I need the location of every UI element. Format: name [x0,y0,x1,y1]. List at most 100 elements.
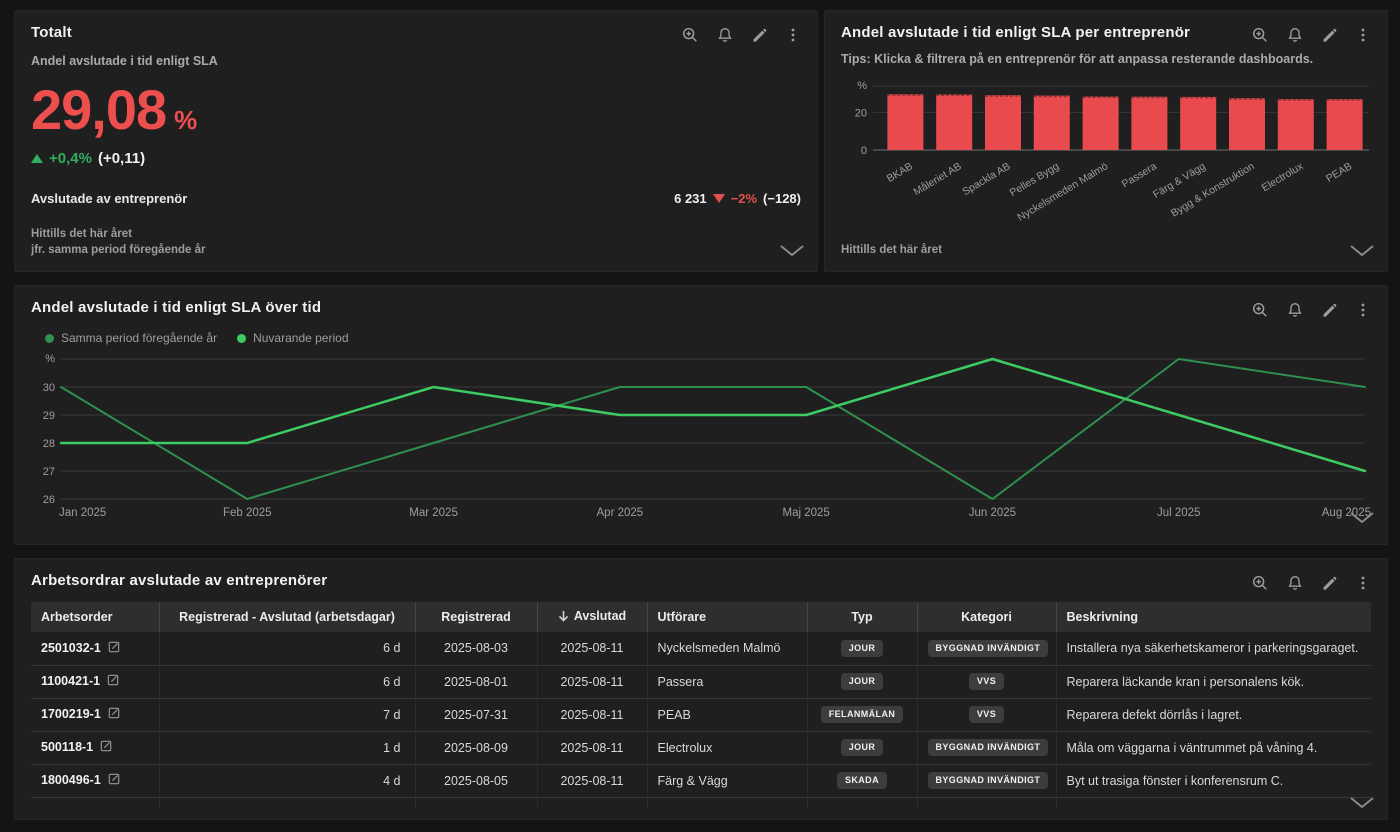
trend-down-icon [713,194,725,203]
panel-sla-over-tid: Andel avslutade i tid enligt SLA över ti… [14,285,1388,545]
workorder-link[interactable]: 500118-1 [41,740,93,754]
cell-arbetsdagar: 6 d [159,665,415,698]
kebab-menu-icon[interactable] [785,27,801,43]
bar-Passera[interactable] [1131,97,1167,150]
type-badge: JOUR [841,739,884,756]
y-axis-tick: 30 [43,382,55,394]
workorder-link[interactable]: 2501032-1 [41,641,101,655]
y-axis-unit-label: % [857,80,867,92]
y-axis-tick: 26 [43,494,55,506]
cell-beskrivning: Installera nya säkerhetskameror i parker… [1056,632,1371,665]
column-header-typ[interactable]: Typ [807,602,917,632]
kpi-row: 29,08 % [31,82,801,138]
kebab-menu-icon[interactable] [1355,302,1371,318]
footnote-line2: jfr. samma period föregående år [31,242,205,259]
alert-bell-icon[interactable] [1286,574,1304,592]
legend-label: Samma period föregående år [61,331,217,345]
cell-empty [31,797,159,809]
x-axis-month-label: Feb 2025 [223,507,272,519]
alert-bell-icon[interactable] [1286,26,1304,44]
open-workorder-icon[interactable] [108,774,120,788]
cell-typ: FELANMÄLAN [807,698,917,731]
column-header-registrerad[interactable]: Registrerad [415,602,537,632]
column-header-beskrivning[interactable]: Beskrivning [1056,602,1371,632]
secondary-metric-label: Avslutade av entreprenör [31,191,187,206]
cell-avslutad: 2025-08-11 [537,698,647,731]
bar-Färg & Vägg[interactable] [1180,97,1216,150]
bar-Måleriet AB[interactable] [936,94,972,150]
cell-utforare: Färg & Vägg [647,764,807,797]
column-header-arbetsorder[interactable]: Arbetsorder [31,602,159,632]
bar-Spackla AB[interactable] [985,95,1021,150]
panel-header: Totalt [31,24,801,44]
bar-Bygg & Konstruktion[interactable] [1229,98,1265,150]
chevron-down-icon[interactable] [1349,511,1375,530]
chevron-down-icon[interactable] [779,244,805,263]
cell-avslutad: 2025-08-11 [537,731,647,764]
column-header-utforare[interactable]: Utförare [647,602,807,632]
cell-arbetsdagar: 4 d [159,764,415,797]
zoom-in-icon[interactable] [681,26,699,44]
kpi-delta-pct: +0,4% [49,150,92,167]
bar-Electrolux[interactable] [1278,99,1314,150]
bar-BKAB[interactable] [887,94,923,150]
cell-empty [159,797,415,809]
cell-utforare: PEAB [647,698,807,731]
line-series-previous-period [61,359,1365,499]
open-workorder-icon[interactable] [108,708,120,722]
panel-title: Andel avslutade i tid enligt SLA över ti… [31,299,321,316]
legend-item[interactable]: Samma period föregående år [45,331,217,345]
x-axis-category-label: Spackla AB [960,160,1012,198]
open-workorder-icon[interactable] [108,642,120,656]
kebab-menu-icon[interactable] [1355,575,1371,591]
table-row: 1800496-14 d2025-08-052025-08-11Färg & V… [31,764,1371,797]
category-badge: VVS [969,673,1004,690]
edit-pencil-icon[interactable] [1321,575,1338,592]
cell-registrerad: 2025-08-09 [415,731,537,764]
edit-pencil-icon[interactable] [1321,302,1338,319]
zoom-in-icon[interactable] [1251,574,1269,592]
zoom-in-icon[interactable] [1251,301,1269,319]
bar-PEAB[interactable] [1327,99,1363,150]
kpi-delta-row: +0,4% (+0,11) [31,150,801,167]
zoom-in-icon[interactable] [1251,26,1269,44]
x-axis-month-label: Jul 2025 [1157,507,1200,519]
secondary-delta-abs: (−128) [763,191,801,206]
cell-empty [1056,797,1371,809]
panel-header: Andel avslutade i tid enligt SLA per ent… [841,24,1371,44]
alert-bell-icon[interactable] [716,26,734,44]
bar-Pelles Bygg[interactable] [1034,96,1070,150]
x-axis-category-label: Passera [1120,160,1159,190]
cell-arbetsorder: 1700219-1 [31,698,159,731]
chevron-down-icon[interactable] [1349,796,1375,815]
cell-registrerad: 2025-08-05 [415,764,537,797]
bar-Nyckelsmeden Malmö[interactable] [1083,97,1119,150]
column-header-kategori[interactable]: Kategori [917,602,1056,632]
open-workorder-icon[interactable] [107,675,119,689]
y-axis-tick: 28 [43,438,55,450]
workorder-link[interactable]: 1100421-1 [41,674,100,688]
workorder-link[interactable]: 1800496-1 [41,773,101,787]
cell-avslutad: 2025-08-11 [537,665,647,698]
open-workorder-icon[interactable] [100,741,112,755]
cell-registrerad: 2025-08-01 [415,665,537,698]
legend-item[interactable]: Nuvarande period [237,331,348,345]
edit-pencil-icon[interactable] [751,27,768,44]
table-row: 1100421-16 d2025-08-012025-08-11PasseraJ… [31,665,1371,698]
column-header-avslutad[interactable]: Avslutad [537,602,647,632]
category-badge: BYGGNAD INVÄNDIGT [928,739,1049,756]
period-footnote: Hittills det här året jfr. samma period … [31,226,205,259]
category-badge: VVS [969,706,1004,723]
panel-header: Arbetsordrar avslutade av entreprenörer [31,572,1371,592]
kpi-delta-abs: (+0,11) [98,150,145,167]
table-row: 1700219-17 d2025-07-312025-08-11PEABFELA… [31,698,1371,731]
kebab-menu-icon[interactable] [1355,27,1371,43]
column-header-arbetsdagar[interactable]: Registrerad - Avslutad (arbetsdagar) [159,602,415,632]
period-footnote: Hittills det här året [841,242,942,259]
edit-pencil-icon[interactable] [1321,27,1338,44]
alert-bell-icon[interactable] [1286,301,1304,319]
panel-sla-per-entreprenor: Andel avslutade i tid enligt SLA per ent… [824,10,1388,272]
category-badge: BYGGNAD INVÄNDIGT [928,772,1049,789]
workorder-link[interactable]: 1700219-1 [41,707,101,721]
chevron-down-icon[interactable] [1349,244,1375,263]
